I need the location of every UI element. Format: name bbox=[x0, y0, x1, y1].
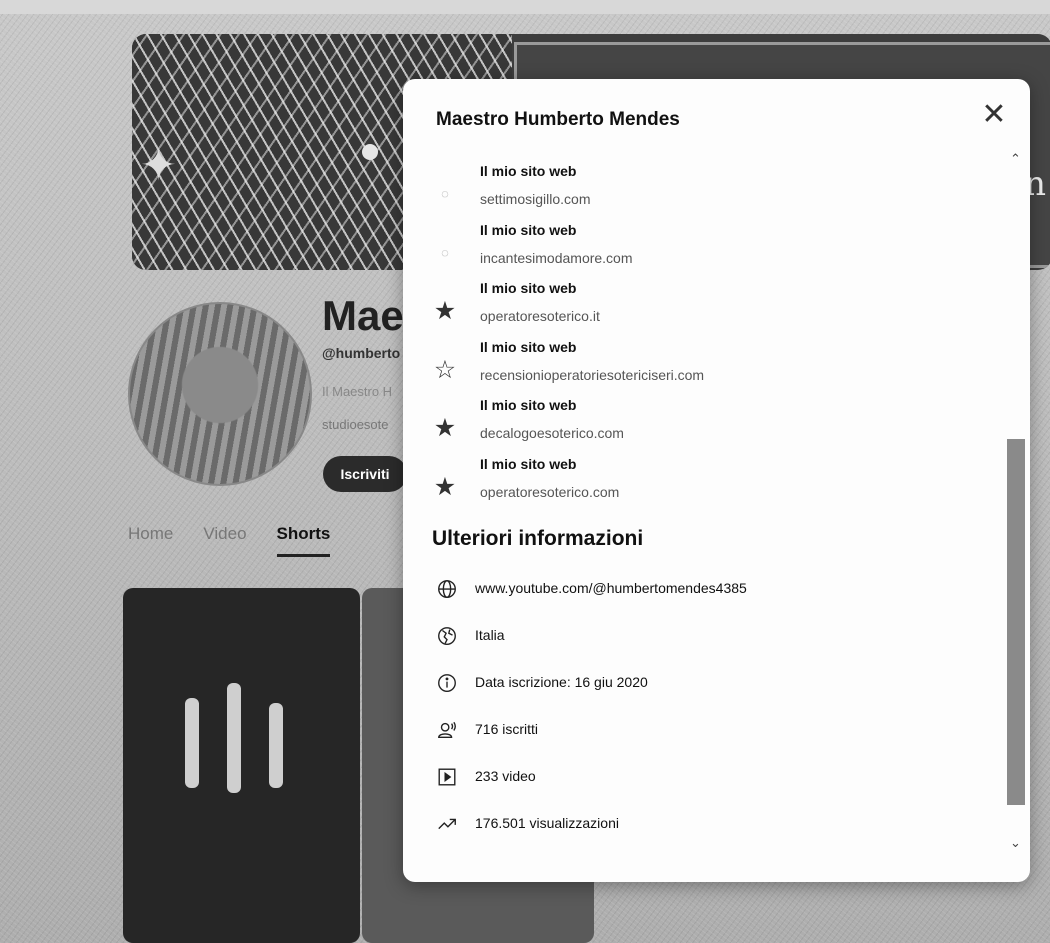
link-label: Il mio sito web bbox=[480, 163, 577, 179]
more-info-heading: Ulteriori informazioni bbox=[432, 527, 644, 550]
link-url[interactable]: incantesimodamore.com bbox=[480, 250, 633, 266]
list-item[interactable]: ★ Il mio sito web operatoresoterico.it bbox=[428, 280, 988, 339]
subscriber-count: 716 iscritti bbox=[475, 721, 539, 737]
candle-shape bbox=[185, 698, 199, 788]
video-icon bbox=[435, 765, 459, 789]
channel-handle: @humberto bbox=[322, 345, 401, 361]
video-count: 233 video bbox=[475, 768, 536, 784]
link-url[interactable]: operatoresoterico.com bbox=[480, 484, 619, 500]
list-item[interactable]: ◌ Il mio sito web settimosigillo.com bbox=[428, 163, 988, 222]
link-label: Il mio sito web bbox=[480, 455, 577, 472]
country-text: Italia bbox=[475, 627, 505, 643]
scroll-up-icon[interactable]: ⌃ bbox=[1010, 151, 1021, 167]
list-item[interactable]: ★ Il mio sito web operatoresoterico.com bbox=[428, 456, 988, 515]
tab-video[interactable]: Video bbox=[203, 524, 246, 557]
banner-dot bbox=[362, 144, 378, 160]
top-bar bbox=[0, 0, 1050, 14]
link-url[interactable]: decalogoesoterico.com bbox=[480, 425, 624, 441]
trending-icon bbox=[435, 812, 459, 836]
channel-link[interactable]: studioesote bbox=[322, 417, 389, 432]
star-icon: ★ bbox=[433, 414, 457, 442]
scroll-down-icon[interactable]: ⌄ bbox=[1010, 835, 1021, 851]
link-url[interactable]: recensionioperatoriesotericiseri.com bbox=[480, 367, 704, 383]
site-favicon-icon: ◌ bbox=[441, 244, 449, 260]
candle-shape bbox=[227, 683, 241, 793]
globe-icon bbox=[435, 577, 459, 601]
candle-shape bbox=[269, 703, 283, 788]
site-favicon-icon: ◌ bbox=[441, 186, 449, 201]
list-item[interactable]: ★ Il mio sito web decalogoesoterico.com bbox=[428, 397, 988, 456]
subscribers-icon bbox=[435, 718, 459, 742]
short-thumbnail[interactable] bbox=[123, 588, 360, 943]
tab-home[interactable]: Home bbox=[128, 524, 173, 557]
list-item[interactable]: ☆ Il mio sito web recensionioperatorieso… bbox=[428, 339, 988, 398]
link-label: Il mio sito web bbox=[480, 338, 577, 355]
close-icon[interactable]: ✕ bbox=[980, 100, 1008, 130]
links-list: ◌ Il mio sito web settimosigillo.com ◌ I… bbox=[428, 163, 988, 514]
channel-tabs: Home Video Shorts bbox=[128, 524, 331, 557]
link-url[interactable]: operatoresoterico.it bbox=[480, 308, 600, 324]
link-label: Il mio sito web bbox=[480, 397, 577, 413]
star-icon: ★ bbox=[433, 472, 457, 501]
channel-avatar[interactable] bbox=[128, 302, 312, 486]
list-item[interactable]: ◌ Il mio sito web incantesimodamore.com bbox=[428, 222, 988, 281]
link-label: Il mio sito web bbox=[480, 221, 577, 238]
link-url[interactable]: settimosigillo.com bbox=[480, 191, 590, 207]
about-dialog: Maestro Humberto Mendes ✕ ⌃ ⌄ ◌ Il mio s… bbox=[403, 79, 1030, 882]
star-icon: ★ bbox=[433, 297, 457, 325]
tab-shorts[interactable]: Shorts bbox=[276, 524, 331, 557]
info-icon bbox=[435, 671, 459, 695]
location-globe-icon bbox=[435, 624, 459, 648]
dialog-title: Maestro Humberto Mendes bbox=[436, 109, 680, 130]
channel-description[interactable]: Il Maestro H bbox=[322, 384, 392, 399]
scrollbar[interactable] bbox=[1007, 439, 1025, 805]
view-count: 176.501 visualizzazioni bbox=[475, 815, 619, 831]
banner-star-icon: ✦ bbox=[140, 141, 177, 190]
link-label: Il mio sito web bbox=[480, 280, 577, 296]
star-outline-icon: ☆ bbox=[433, 355, 457, 384]
channel-url[interactable]: www.youtube.com/@humbertomendes4385 bbox=[475, 580, 747, 596]
join-date-text: Data iscrizione: 16 giu 2020 bbox=[475, 674, 648, 690]
subscribe-button[interactable]: Iscriviti bbox=[323, 456, 407, 492]
